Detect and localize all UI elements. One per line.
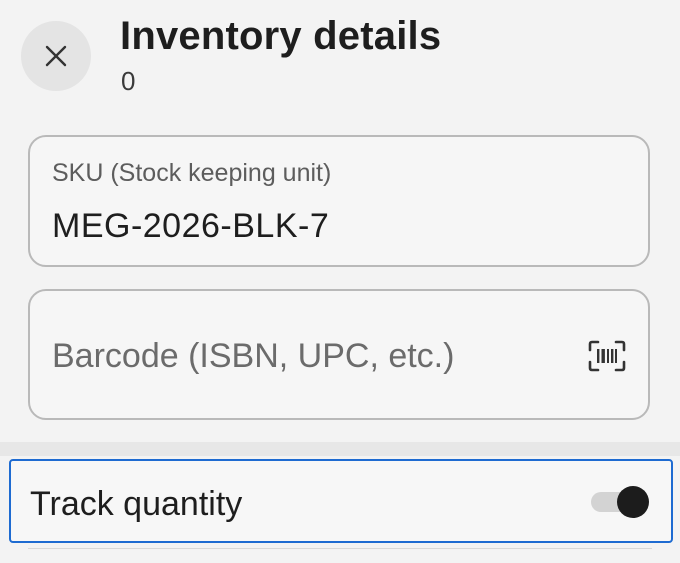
barcode-field-placeholder[interactable]: Barcode (ISBN, UPC, etc.) [52, 337, 454, 376]
sku-field[interactable]: SKU (Stock keeping unit) MEG-2026-BLK-7 [28, 135, 650, 267]
sku-field-value[interactable]: MEG-2026-BLK-7 [52, 207, 329, 246]
divider [28, 548, 652, 549]
track-quantity-row[interactable]: Track quantity [9, 459, 673, 543]
track-quantity-label: Track quantity [30, 485, 243, 523]
inventory-details-panel: Inventory details 0 SKU (Stock keeping u… [0, 0, 680, 563]
sku-field-label: SKU (Stock keeping unit) [52, 159, 332, 187]
barcode-field[interactable]: Barcode (ISBN, UPC, etc.) [28, 289, 650, 420]
section-separator [0, 442, 680, 456]
toggle-knob [617, 486, 649, 518]
page-subtitle: 0 [121, 66, 136, 96]
page-title: Inventory details [120, 14, 442, 58]
close-button[interactable] [21, 21, 91, 91]
close-icon [45, 45, 67, 67]
barcode-scan-icon[interactable] [588, 340, 626, 372]
track-quantity-toggle[interactable] [591, 486, 649, 518]
